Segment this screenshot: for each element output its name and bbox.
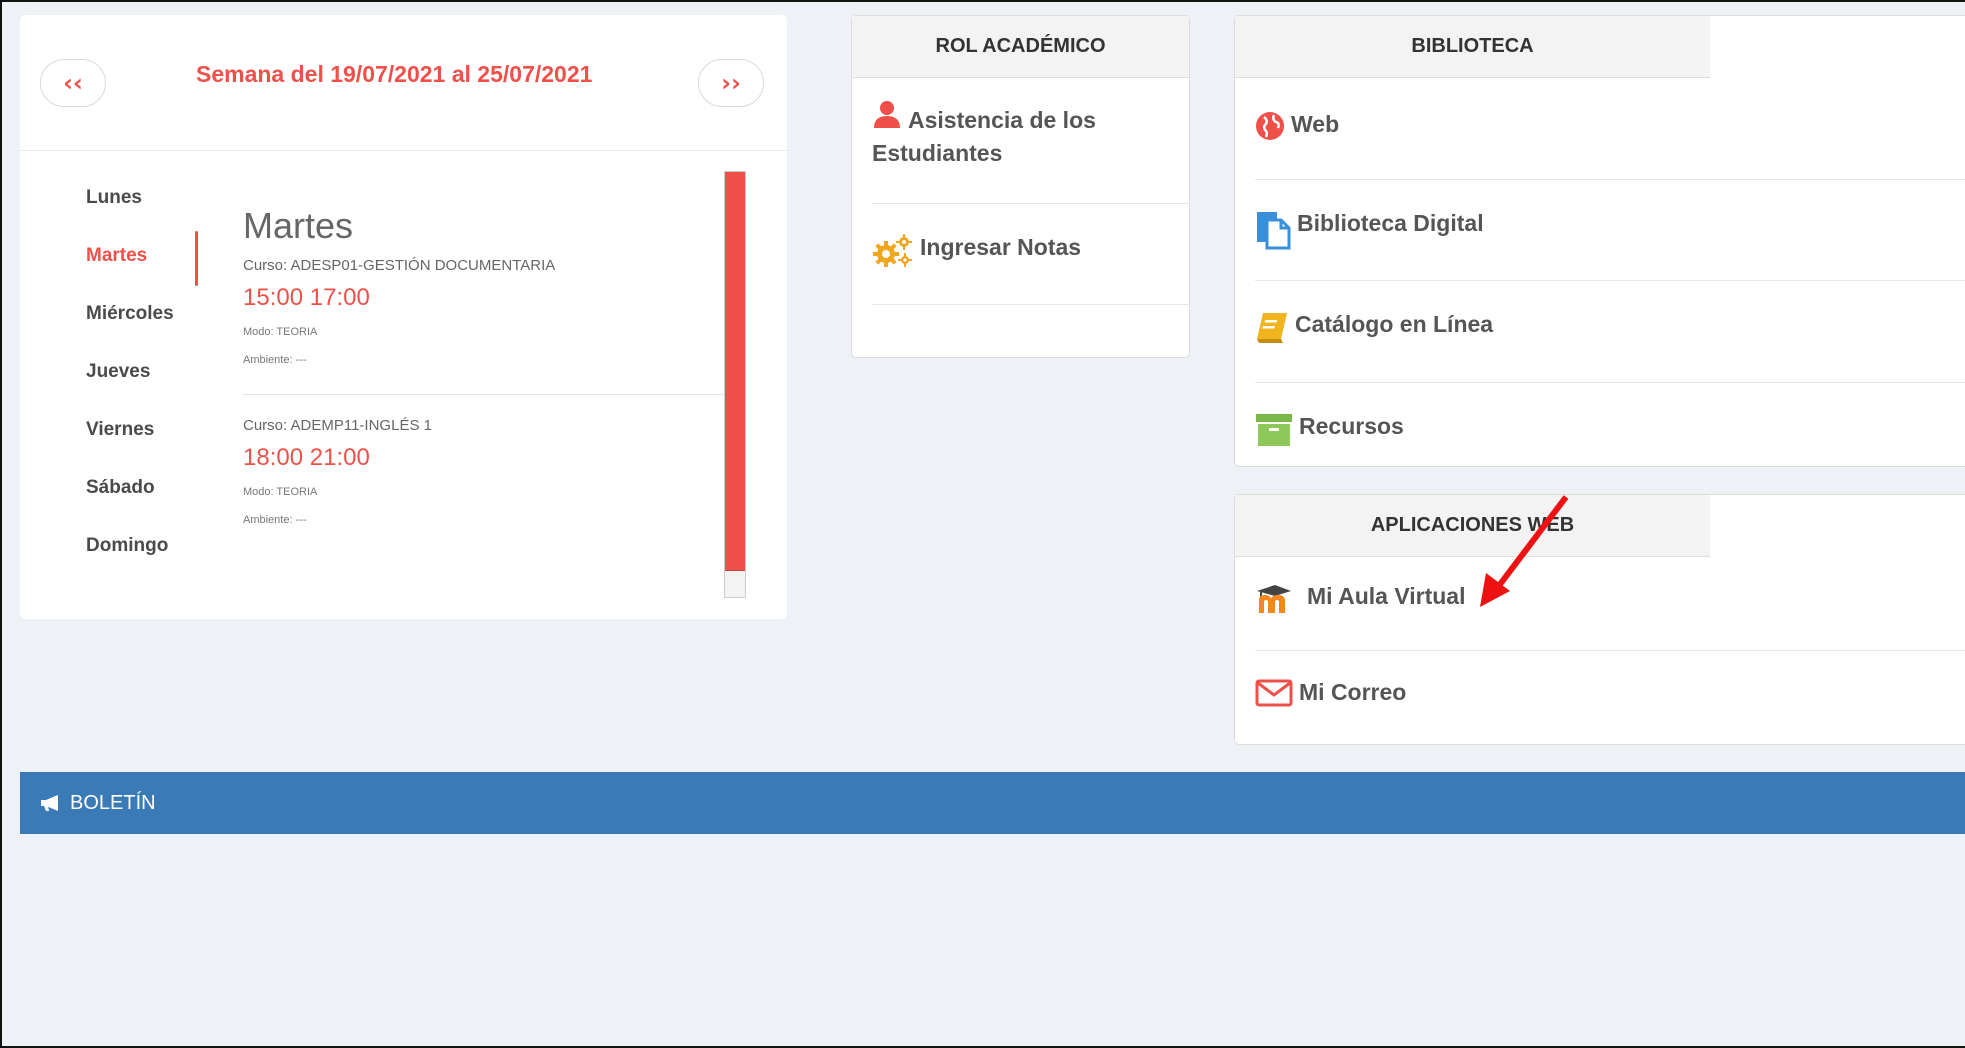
- class-entry: Curso: ADEMP11-INGLÉS 1 18:00 21:00 Modo…: [243, 417, 723, 526]
- class-mode: Modo: TEORIA: [243, 486, 318, 498]
- boletin-bar[interactable]: BOLETÍN: [20, 772, 1965, 834]
- class-divider: [243, 394, 726, 395]
- globe-icon: [1255, 111, 1285, 141]
- biblioteca-digital-link[interactable]: Biblioteca Digital: [1255, 180, 1965, 281]
- web-link[interactable]: Web: [1255, 78, 1965, 180]
- day-tab-lunes[interactable]: Lunes: [86, 187, 174, 245]
- class-room: Ambiente: ---: [243, 514, 307, 526]
- megaphone-icon: [40, 794, 62, 812]
- day-tab-jueves[interactable]: Jueves: [86, 361, 174, 419]
- asistencia-link[interactable]: Asistencia de los Estudiantes: [872, 78, 1190, 204]
- moodle-icon: [1255, 583, 1301, 615]
- day-tab-viernes[interactable]: Viernes: [86, 419, 174, 477]
- panel-title: BIBLIOTECA: [1235, 16, 1710, 78]
- panel-title: ROL ACADÉMICO: [852, 16, 1189, 78]
- aplicaciones-web-panel: APLICACIONES WEB Mi Aula Virtual Mi Corr…: [1234, 494, 1965, 745]
- recursos-link[interactable]: Recursos: [1255, 383, 1965, 463]
- class-mode: Modo: TEORIA: [243, 326, 318, 338]
- class-room: Ambiente: ---: [243, 354, 307, 366]
- day-tab-martes[interactable]: Martes: [86, 245, 174, 303]
- annotation-arrow-icon: [1480, 495, 1568, 607]
- day-detail-title: Martes: [243, 205, 354, 246]
- rol-academico-panel: ROL ACADÉMICO Asistencia de los Estudian…: [851, 15, 1190, 358]
- active-day-marker: [195, 231, 198, 286]
- day-detail: Martes Curso: ADESP01-GESTIÓN DOCUMENTAR…: [243, 205, 726, 526]
- catalogo-label: Catálogo en Línea: [1295, 311, 1494, 337]
- envelope-icon: [1255, 679, 1293, 707]
- boletin-label: BOLETÍN: [70, 791, 156, 814]
- document-icon: [1255, 210, 1291, 250]
- next-week-button[interactable]: ››: [698, 59, 764, 107]
- week-title: Semana del 19/07/2021 al 25/07/2021: [196, 61, 593, 87]
- mi-aula-virtual-label: Mi Aula Virtual: [1307, 583, 1466, 609]
- biblioteca-panel: BIBLIOTECA Web Biblioteca Digital Catálo…: [1234, 15, 1965, 467]
- archive-icon: [1255, 413, 1293, 447]
- mi-aula-virtual-link[interactable]: Mi Aula Virtual: [1255, 557, 1965, 651]
- gears-icon: [872, 234, 914, 268]
- biblioteca-digital-label: Biblioteca Digital: [1297, 210, 1484, 236]
- book-icon: [1255, 311, 1289, 345]
- catalogo-link[interactable]: Catálogo en Línea: [1255, 281, 1965, 383]
- ingresar-notas-link[interactable]: Ingresar Notas: [872, 204, 1190, 305]
- class-hours: 18:00 21:00: [243, 444, 370, 471]
- schedule-header: ‹‹ Semana del 19/07/2021 al 25/07/2021 ›…: [20, 15, 787, 151]
- day-list: Lunes Martes Miércoles Jueves Viernes Sá…: [86, 187, 174, 593]
- ingresar-notas-label: Ingresar Notas: [920, 234, 1082, 260]
- day-tab-miercoles[interactable]: Miércoles: [86, 303, 174, 361]
- class-course: Curso: ADESP01-GESTIÓN DOCUMENTARIA: [243, 257, 556, 274]
- recursos-label: Recursos: [1299, 413, 1404, 439]
- panel-title: APLICACIONES WEB: [1235, 495, 1710, 557]
- class-entry: Curso: ADESP01-GESTIÓN DOCUMENTARIA 15:0…: [243, 257, 723, 366]
- day-tab-domingo[interactable]: Domingo: [86, 535, 174, 593]
- scrollbar-thumb[interactable]: [725, 172, 745, 571]
- class-hours: 15:00 17:00: [243, 284, 370, 311]
- mi-correo-label: Mi Correo: [1299, 679, 1407, 705]
- class-course: Curso: ADEMP11-INGLÉS 1: [243, 417, 432, 434]
- schedule-card: ‹‹ Semana del 19/07/2021 al 25/07/2021 ›…: [20, 15, 787, 619]
- mi-correo-link[interactable]: Mi Correo: [1255, 651, 1965, 743]
- schedule-scrollbar[interactable]: [724, 171, 746, 598]
- asistencia-label: Asistencia de los Estudiantes: [872, 107, 1096, 166]
- web-label: Web: [1291, 111, 1340, 137]
- previous-week-button[interactable]: ‹‹: [40, 59, 106, 107]
- user-icon: [872, 100, 902, 128]
- day-tab-sabado[interactable]: Sábado: [86, 477, 174, 535]
